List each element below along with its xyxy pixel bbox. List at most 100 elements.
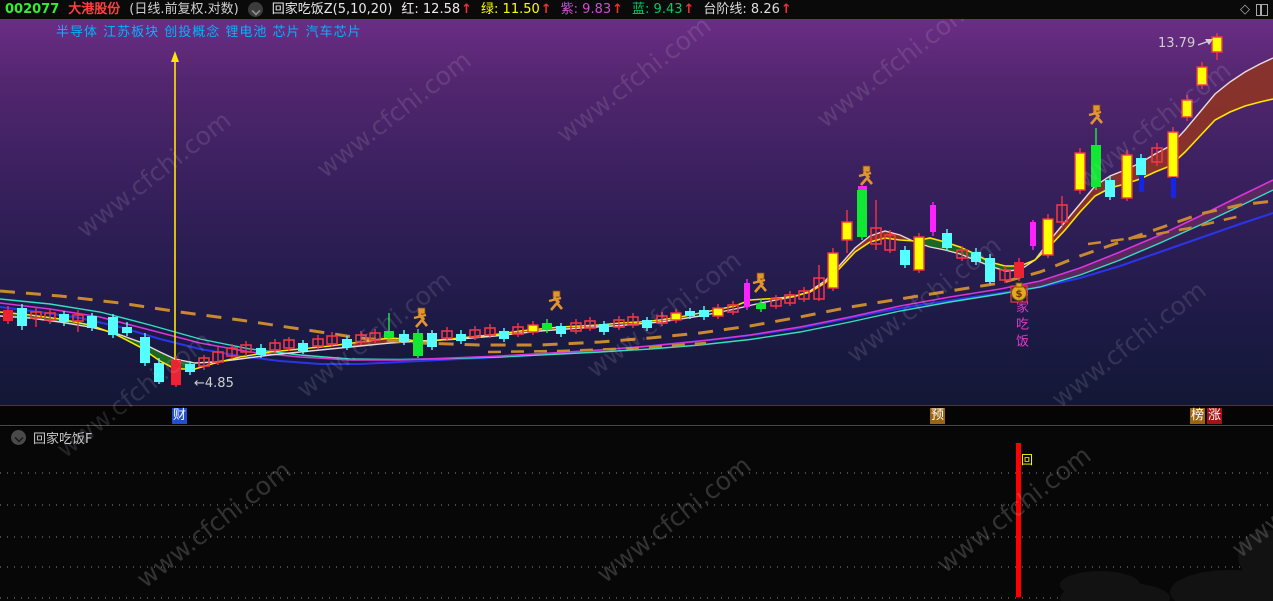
candle-body: [140, 337, 150, 363]
indicator-field-blue: 蓝: 9.43 ↑: [632, 0, 694, 19]
candle-body: [527, 324, 539, 333]
moneybag-tie: [1015, 282, 1023, 288]
candle-body: [1091, 145, 1101, 187]
field-text: 蓝: 9.43: [632, 2, 683, 17]
sub-panel-header[interactable]: 回家吃饭F: [0, 428, 1273, 447]
diamond-icon[interactable]: ◇: [1240, 2, 1250, 17]
chart-mode-label[interactable]: (日线.前复权.对数): [129, 0, 238, 19]
candle-body: [342, 339, 352, 347]
field-text: 绿: 11.50: [481, 2, 540, 17]
candle-body: [87, 316, 97, 328]
candle-body: [985, 258, 995, 282]
indicator-dropdown-icon[interactable]: [247, 2, 263, 17]
trading-app-window: 002077 大港股份 (日线.前复权.对数) 回家吃饭Z(5,10,20) 红…: [0, 0, 1273, 601]
candle-body: [756, 303, 766, 309]
split-square-icon[interactable]: [1256, 3, 1268, 16]
candle-body: [1181, 99, 1193, 118]
ma-line-yellow: [0, 98, 1273, 370]
candle-body: [642, 320, 652, 328]
candle-body: [712, 307, 724, 317]
candle-body: [1196, 66, 1208, 86]
candle-body: [1042, 218, 1054, 256]
candle-body: [1121, 154, 1133, 199]
candle-body: [942, 233, 952, 248]
candle-body: [399, 334, 409, 342]
candle-body: [122, 327, 132, 333]
candle-body: [298, 343, 308, 351]
candle-body: [542, 323, 552, 330]
axis-tag-finance[interactable]: 财: [172, 408, 188, 424]
buy-signal-person-icon: [413, 307, 428, 328]
blue-bar: [1139, 175, 1144, 192]
sub-indicator-title[interactable]: 回家吃饭F: [33, 428, 92, 447]
candle-body: [971, 252, 981, 262]
candle-body: [930, 205, 936, 232]
candle-body: [744, 283, 750, 307]
shadow-blob: [1060, 571, 1140, 599]
candle-body: [1167, 131, 1179, 178]
up-arrow-icon: ↑: [780, 2, 792, 17]
field-text: 红: 12.58: [401, 2, 461, 17]
candle-body: [185, 364, 195, 372]
buy-signal-person-icon: [548, 290, 563, 311]
buy-signal-person-icon: [752, 272, 767, 293]
main-chart-canvas[interactable]: $: [0, 0, 1273, 601]
ma-line-cyan: [0, 189, 1273, 361]
up-arrow-icon: ↑: [461, 2, 473, 17]
candle-body: [499, 331, 509, 339]
candle-body: [1074, 152, 1086, 191]
candle-body: [17, 308, 27, 326]
top-bar: 002077 大港股份 (日线.前复权.对数) 回家吃饭Z(5,10,20) 红…: [0, 0, 1273, 19]
candle-body: [699, 310, 709, 317]
indicator-field-red: 红: 12.58 ↑: [401, 0, 472, 19]
candle-body: [670, 312, 682, 321]
moneybag-symbol: $: [1016, 289, 1023, 300]
indicator-field-step: 台阶线: 8.26 ↑: [703, 0, 791, 19]
candle-body: [1136, 158, 1146, 175]
candle-body: [556, 326, 566, 334]
axis-tag-forecast[interactable]: 预: [930, 408, 946, 424]
ma-ribbon: [788, 231, 912, 298]
candle-body: [913, 236, 925, 271]
buy-signal-person-icon: [1088, 104, 1103, 125]
indicator-field-green: 绿: 11.50 ↑: [481, 0, 552, 19]
stock-name[interactable]: 大港股份: [68, 0, 120, 19]
buy-signal-person-icon: [858, 165, 873, 186]
up-arrow-icon: ↑: [683, 2, 695, 17]
blue-bar: [1171, 177, 1176, 198]
axis-tag-rank[interactable]: 榜: [1190, 408, 1206, 424]
candle-body: [1014, 262, 1024, 278]
candle-body: [427, 333, 437, 347]
up-arrow-icon: ↑: [540, 2, 552, 17]
candle-body: [1211, 36, 1223, 53]
field-text: 紫: 9.83: [560, 2, 612, 17]
up-arrowhead: [171, 51, 179, 62]
sector-tags-line[interactable]: 半导体 江苏板块 创投概念 锂电池 芯片 汽车芯片: [56, 21, 362, 40]
candle-body: [685, 311, 695, 316]
candle-body: [857, 190, 867, 237]
candle-body: [108, 317, 118, 335]
high-price-annotation: 13.79: [1158, 36, 1196, 51]
candle-body: [3, 310, 13, 321]
candle-body: [256, 348, 266, 355]
up-arrow-icon: ↑: [612, 2, 624, 17]
low-price-annotation: ←4.85: [194, 376, 234, 391]
magenta-tick: [858, 186, 867, 190]
candle-body: [900, 250, 910, 265]
stock-code[interactable]: 002077: [5, 0, 59, 19]
indicator-field-purple: 紫: 9.83 ↑: [561, 0, 623, 19]
field-text: 台阶线: 8.26: [703, 2, 780, 17]
candle-body: [456, 334, 466, 341]
candle-body: [413, 333, 423, 356]
candle-body: [827, 252, 839, 289]
chevron-circle-icon[interactable]: [11, 429, 26, 445]
candle-body: [1030, 222, 1036, 246]
candle-body: [1105, 180, 1115, 197]
candle-body: [384, 331, 394, 338]
candle-body: [59, 314, 69, 322]
candle-body: [154, 363, 164, 382]
candle-body: [841, 221, 853, 241]
axis-tag-rise[interactable]: 涨: [1207, 408, 1223, 424]
candle-body: [171, 360, 181, 385]
indicator-title[interactable]: 回家吃饭Z(5,10,20): [272, 0, 393, 19]
